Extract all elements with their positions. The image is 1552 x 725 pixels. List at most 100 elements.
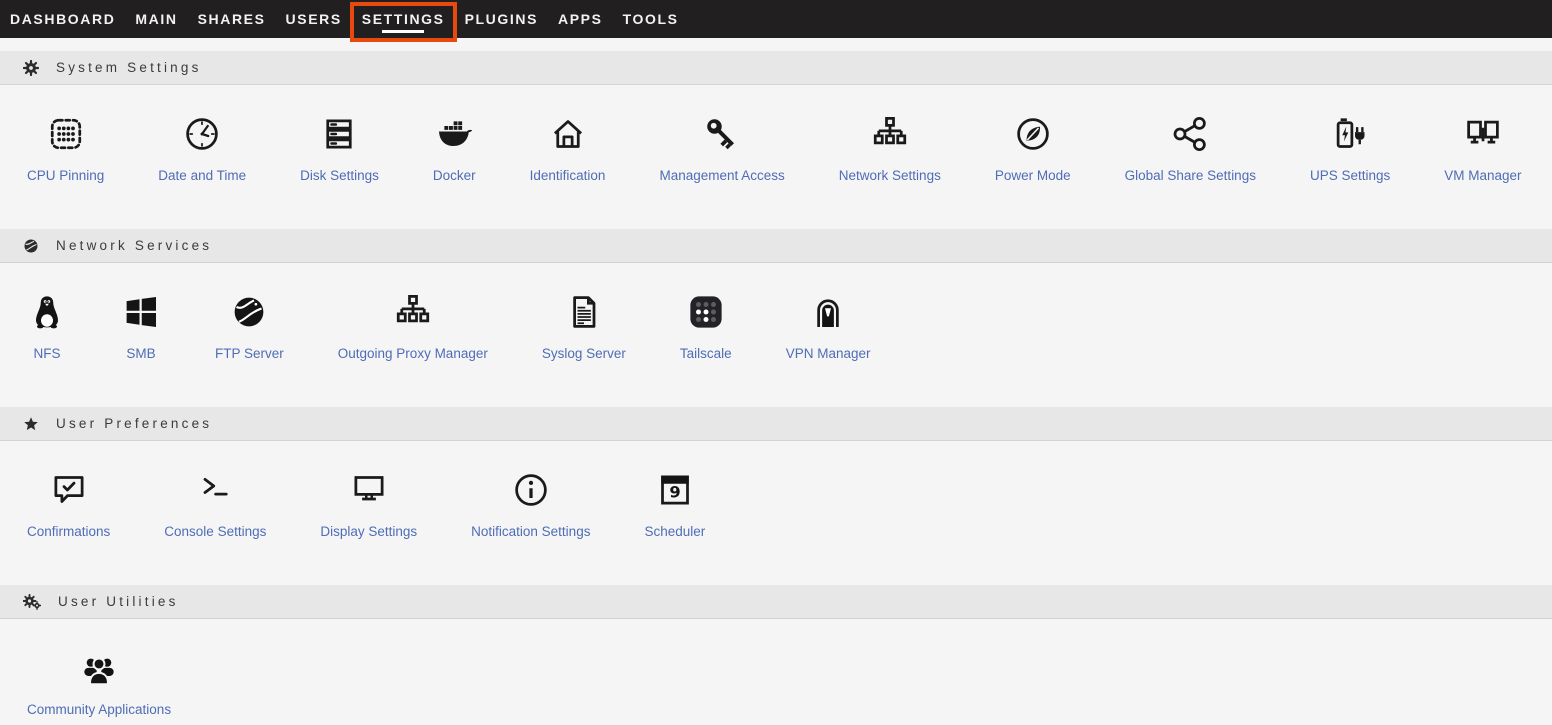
section-body-network-services: NFS SMB FTP Server [0, 263, 1552, 407]
tile-label: Identification [530, 168, 606, 183]
nav-item-main[interactable]: MAIN [125, 0, 187, 38]
tile-date-and-time[interactable]: Date and Time [131, 114, 273, 183]
gear-icon [23, 60, 39, 76]
tile-outgoing-proxy-manager[interactable]: Outgoing Proxy Manager [311, 292, 515, 361]
windows-logo-icon [121, 292, 161, 332]
microchip-icon [46, 114, 86, 154]
tile-label: Syslog Server [542, 346, 626, 361]
section-title: User Preferences [56, 416, 212, 431]
tile-label: VM Manager [1444, 168, 1521, 183]
tile-label: Disk Settings [300, 168, 379, 183]
nav-item-shares[interactable]: SHARES [188, 0, 276, 38]
docker-whale-icon [434, 114, 474, 154]
dual-monitor-icon [1463, 114, 1503, 154]
globe-icon [23, 238, 39, 254]
section-header-network-services: Network Services [0, 229, 1552, 263]
tile-label: Community Applications [27, 702, 171, 717]
section-title: System Settings [56, 60, 202, 75]
tile-label: Display Settings [320, 524, 417, 539]
tile-global-share-settings[interactable]: Global Share Settings [1098, 114, 1283, 183]
section-title: Network Services [56, 238, 212, 253]
tile-ftp-server[interactable]: FTP Server [188, 292, 311, 361]
calendar-icon: 9 [655, 470, 695, 510]
tile-cpu-pinning[interactable]: CPU Pinning [0, 114, 131, 183]
calendar-day: 9 [669, 483, 680, 502]
nav-item-settings[interactable]: SETTINGS [352, 0, 455, 38]
tile-label: Tailscale [680, 346, 732, 361]
nav-label: MAIN [135, 11, 177, 27]
nav-item-users[interactable]: USERS [276, 0, 352, 38]
sitemap-icon [393, 292, 433, 332]
tile-label: Date and Time [158, 168, 246, 183]
nav-item-tools[interactable]: TOOLS [613, 0, 689, 38]
tile-label: Power Mode [995, 168, 1071, 183]
tile-identification[interactable]: Identification [503, 114, 633, 183]
users-group-icon [79, 648, 119, 688]
tile-network-settings[interactable]: Network Settings [812, 114, 968, 183]
tile-nfs[interactable]: NFS [0, 292, 94, 361]
battery-plug-icon [1330, 114, 1370, 154]
tile-syslog-server[interactable]: Syslog Server [515, 292, 653, 361]
nav-label: PLUGINS [465, 11, 538, 27]
active-tab-underline [382, 30, 424, 33]
gears-icon [23, 594, 41, 610]
nav-label: TOOLS [623, 11, 679, 27]
tile-confirmations[interactable]: Confirmations [0, 470, 137, 539]
nav-label: USERS [286, 11, 342, 27]
tile-label: VPN Manager [786, 346, 871, 361]
nav-item-plugins[interactable]: PLUGINS [455, 0, 548, 38]
main-navbar: DASHBOARD MAIN SHARES USERS SETTINGS PLU… [0, 0, 1552, 38]
tile-community-applications[interactable]: Community Applications [0, 648, 198, 717]
comment-check-icon [49, 470, 89, 510]
tile-disk-settings[interactable]: Disk Settings [273, 114, 406, 183]
nav-label: SETTINGS [362, 11, 445, 27]
tile-ups-settings[interactable]: UPS Settings [1283, 114, 1417, 183]
sitemap-icon [870, 114, 910, 154]
tile-console-settings[interactable]: Console Settings [137, 470, 293, 539]
nav-label: DASHBOARD [10, 11, 115, 27]
info-circle-icon [511, 470, 551, 510]
leaf-circle-icon [1013, 114, 1053, 154]
clock-icon [182, 114, 222, 154]
house-icon [548, 114, 588, 154]
tile-label: FTP Server [215, 346, 284, 361]
tile-vm-manager[interactable]: VM Manager [1417, 114, 1548, 183]
section-header-user-utilities: User Utilities [0, 585, 1552, 619]
tile-smb[interactable]: SMB [94, 292, 188, 361]
nav-item-apps[interactable]: APPS [548, 0, 613, 38]
document-lines-icon [564, 292, 604, 332]
tile-label: Global Share Settings [1125, 168, 1256, 183]
tile-vpn-manager[interactable]: VPN Manager [759, 292, 898, 361]
tile-label: Confirmations [27, 524, 110, 539]
linux-tux-icon [27, 292, 67, 332]
tile-tailscale[interactable]: Tailscale [653, 292, 759, 361]
tile-power-mode[interactable]: Power Mode [968, 114, 1098, 183]
tile-label: Console Settings [164, 524, 266, 539]
tile-label: Scheduler [644, 524, 705, 539]
tailscale-grid-icon [686, 292, 726, 332]
globe-solid-icon [229, 292, 269, 332]
tile-label: Docker [433, 168, 476, 183]
tile-scheduler[interactable]: 9 Scheduler [617, 470, 732, 539]
spacer [0, 38, 1552, 51]
tile-label: CPU Pinning [27, 168, 104, 183]
tile-docker[interactable]: Docker [406, 114, 503, 183]
nav-label: SHARES [198, 11, 266, 27]
tile-notification-settings[interactable]: Notification Settings [444, 470, 617, 539]
share-nodes-icon [1170, 114, 1210, 154]
nav-label: APPS [558, 11, 603, 27]
terminal-icon [195, 470, 235, 510]
nav-item-dashboard[interactable]: DASHBOARD [0, 0, 125, 38]
section-body-user-utilities: Community Applications [0, 619, 1552, 725]
tile-display-settings[interactable]: Display Settings [293, 470, 444, 539]
key-icon [702, 114, 742, 154]
section-title: User Utilities [58, 594, 179, 609]
vpn-arch-icon [808, 292, 848, 332]
tile-label: UPS Settings [1310, 168, 1390, 183]
section-body-user-preferences: Confirmations Console Settings Display S… [0, 441, 1552, 585]
section-header-user-preferences: User Preferences [0, 407, 1552, 441]
tile-label: Notification Settings [471, 524, 590, 539]
tile-label: NFS [34, 346, 61, 361]
tile-management-access[interactable]: Management Access [632, 114, 811, 183]
tile-label: Outgoing Proxy Manager [338, 346, 488, 361]
